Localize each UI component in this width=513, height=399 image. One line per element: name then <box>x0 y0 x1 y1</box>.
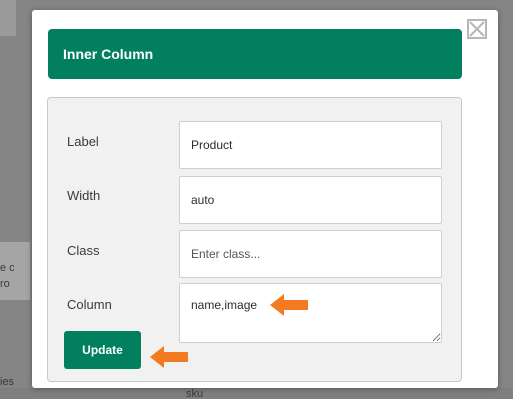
arrow-left-icon <box>150 346 188 368</box>
close-button[interactable] <box>467 19 487 39</box>
background-text: ro <box>0 278 10 290</box>
dialog-header: Inner Column <box>48 29 462 79</box>
update-button[interactable]: Update <box>64 331 141 369</box>
arrow-left-icon <box>270 294 308 316</box>
class-input[interactable] <box>179 230 442 278</box>
width-input[interactable] <box>179 176 442 224</box>
close-x-icon <box>469 21 485 37</box>
class-field-label: Class <box>67 243 100 258</box>
label-input[interactable] <box>179 121 442 169</box>
background-block <box>0 388 513 399</box>
column-field-label: Column <box>67 297 112 312</box>
label-field-label: Label <box>67 134 99 149</box>
width-field-label: Width <box>67 188 101 203</box>
background-text: e c <box>0 262 15 274</box>
dialog-title: Inner Column <box>63 46 154 62</box>
background-text: sku <box>186 388 204 399</box>
background-block <box>0 0 16 36</box>
column-textarea[interactable]: name,image <box>179 283 442 343</box>
background-text: ies <box>0 376 15 388</box>
